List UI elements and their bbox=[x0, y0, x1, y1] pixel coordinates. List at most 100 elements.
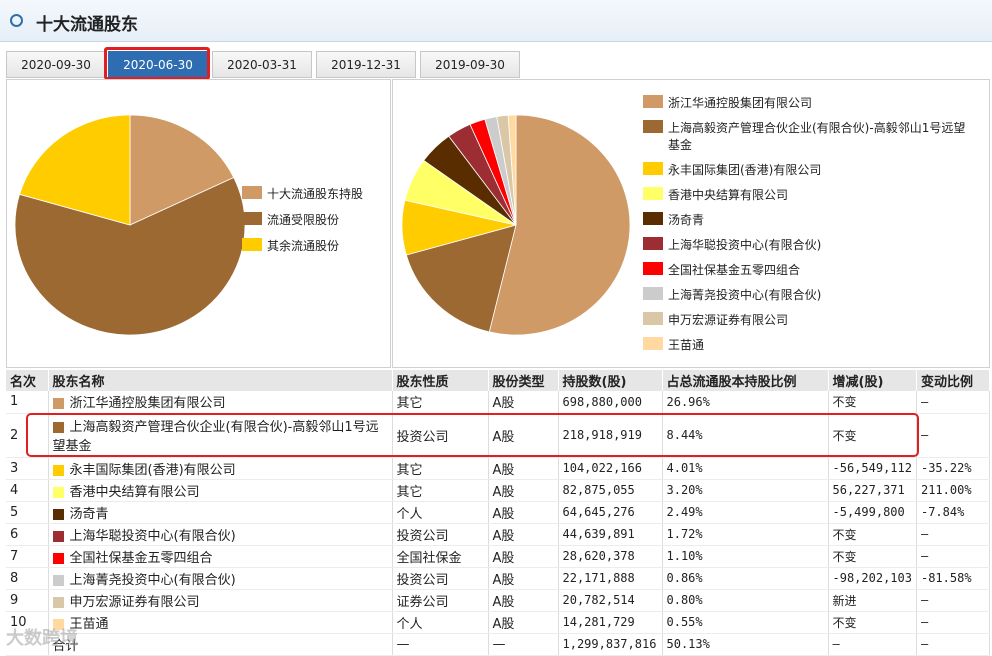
holder-name[interactable]: 上海菁尧投资中心(有限合伙) bbox=[70, 573, 236, 588]
legend-item: 永丰国际集团(香港)有限公司 bbox=[643, 161, 973, 178]
nature-cell: 投资公司 bbox=[392, 523, 489, 546]
legend-label: 上海高毅资产管理合伙企业(有限合伙)-高毅邻山1号远望基金 bbox=[668, 121, 966, 152]
table-row[interactable]: 4 香港中央结算有限公司 其它 A股 82,875,055 3.20% 56,227,371… bbox=[6, 479, 991, 502]
series-swatch bbox=[52, 530, 64, 542]
section-header: 十大流通股东 bbox=[0, 0, 992, 42]
type-cell: A股 bbox=[488, 391, 559, 414]
col-ratio: 占总流通股本持股比例 bbox=[662, 370, 829, 391]
watermark: 大数跨境 bbox=[6, 628, 78, 649]
legend-label: 其余流通股份 bbox=[267, 239, 340, 253]
shares-cell: 20,782,514 bbox=[558, 589, 663, 612]
change-cell: — bbox=[828, 633, 917, 656]
tab-2020-03-31[interactable]: 2020-03-31 bbox=[212, 51, 312, 78]
legend-item: 香港中央结算有限公司 bbox=[643, 186, 973, 203]
legend-label: 申万宏源证券有限公司 bbox=[668, 313, 789, 327]
col-type: 股份类型 bbox=[488, 370, 559, 391]
col-change: 增减(股) bbox=[828, 370, 917, 391]
legend-swatch bbox=[643, 212, 663, 225]
holders-legend: 浙江华通控股集团有限公司 上海高毅资产管理合伙企业(有限合伙)-高毅邻山1号远望基… bbox=[643, 94, 973, 361]
table-row[interactable]: 5 汤奇青 个人 A股 64,645,276 2.49% -5,499,800 -7.84% bbox=[6, 501, 991, 524]
table-row[interactable]: 7 全国社保基金五零四组合 全国社保金 A股 28,620,378 1.10% 不变 — bbox=[6, 545, 991, 568]
table-header-row: 名次 股东名称 股东性质 股份类型 持股数(股) 占总流通股本持股比例 增减(股… bbox=[6, 370, 991, 391]
col-change-ratio: 变动比例 bbox=[916, 370, 991, 391]
table-row[interactable]: 1 浙江华通控股集团有限公司 其它 A股 698,880,000 26.96% 不变 — bbox=[6, 391, 991, 414]
rank-cell: 1 bbox=[6, 391, 49, 414]
ratio-cell: 0.55% bbox=[662, 611, 829, 634]
tab-highlight-annotation bbox=[104, 47, 210, 80]
legend-label: 全国社保基金五零四组合 bbox=[668, 263, 801, 277]
holder-name[interactable]: 申万宏源证券有限公司 bbox=[70, 595, 200, 610]
name-cell: 申万宏源证券有限公司 bbox=[48, 589, 393, 612]
legend-swatch bbox=[643, 337, 663, 350]
holder-name[interactable]: 全国社保基金五零四组合 bbox=[70, 551, 213, 566]
row-highlight-annotation bbox=[26, 413, 919, 457]
holder-name[interactable]: 浙江华通控股集团有限公司 bbox=[70, 396, 226, 411]
holder-name[interactable]: 永丰国际集团(香港)有限公司 bbox=[70, 463, 236, 478]
col-shares: 持股数(股) bbox=[558, 370, 663, 391]
legend-swatch bbox=[643, 187, 663, 200]
nature-cell: 全国社保金 bbox=[392, 545, 489, 568]
nature-cell: — bbox=[392, 633, 489, 656]
nature-cell: 投资公司 bbox=[392, 567, 489, 590]
rank-cell: 5 bbox=[6, 501, 49, 524]
table-row[interactable]: 9 申万宏源证券有限公司 证券公司 A股 20,782,514 0.80% 新进 — bbox=[6, 589, 991, 612]
change-ratio-cell: — bbox=[916, 611, 991, 634]
ratio-cell: 4.01% bbox=[662, 457, 829, 480]
tab-2019-12-31[interactable]: 2019-12-31 bbox=[316, 51, 416, 78]
change-ratio-cell: — bbox=[916, 633, 991, 656]
type-cell: A股 bbox=[488, 523, 559, 546]
series-swatch bbox=[52, 464, 64, 476]
legend-swatch bbox=[643, 312, 663, 325]
float-share-legend: 十大流通股东持股 流通受限股份 其余流通股份 bbox=[242, 185, 363, 254]
col-rank: 名次 bbox=[6, 370, 49, 391]
name-cell: 上海华聪投资中心(有限合伙) bbox=[48, 523, 393, 546]
legend-item: 上海华聪投资中心(有限合伙) bbox=[643, 236, 973, 253]
ratio-cell: 1.10% bbox=[662, 545, 829, 568]
legend-item: 全国社保基金五零四组合 bbox=[643, 261, 973, 278]
tab-2019-09-30[interactable]: 2019-09-30 bbox=[420, 51, 520, 78]
type-cell: A股 bbox=[488, 589, 559, 612]
shares-cell: 22,171,888 bbox=[558, 567, 663, 590]
ratio-cell: 0.80% bbox=[662, 589, 829, 612]
table-row[interactable]: 3 永丰国际集团(香港)有限公司 其它 A股 104,022,166 4.01% -56,5… bbox=[6, 457, 991, 480]
change-cell: -98,202,103 bbox=[828, 567, 917, 590]
legend-swatch bbox=[643, 262, 663, 275]
nature-cell: 其它 bbox=[392, 391, 489, 414]
table-row[interactable]: 6 上海华聪投资中心(有限合伙) 投资公司 A股 44,639,891 1.72% 不变 — bbox=[6, 523, 991, 546]
legend-label: 十大流通股东持股 bbox=[267, 187, 364, 201]
nature-cell: 个人 bbox=[392, 611, 489, 634]
tab-2020-09-30[interactable]: 2020-09-30 bbox=[6, 51, 106, 78]
type-cell: A股 bbox=[488, 457, 559, 480]
change-cell: 不变 bbox=[828, 611, 917, 634]
rank-cell: 7 bbox=[6, 545, 49, 568]
shares-cell: 64,645,276 bbox=[558, 501, 663, 524]
type-cell: A股 bbox=[488, 501, 559, 524]
nature-cell: 个人 bbox=[392, 501, 489, 524]
name-cell: 汤奇青 bbox=[48, 501, 393, 524]
holder-name[interactable]: 上海华聪投资中心(有限合伙) bbox=[70, 529, 236, 544]
series-swatch bbox=[52, 552, 64, 564]
holder-name[interactable]: 汤奇青 bbox=[70, 507, 109, 522]
col-name: 股东名称 bbox=[48, 370, 393, 391]
holders-pie-panel: 浙江华通控股集团有限公司 上海高毅资产管理合伙企业(有限合伙)-高毅邻山1号远望基… bbox=[392, 79, 990, 368]
shares-cell: 698,880,000 bbox=[558, 391, 663, 414]
ratio-cell: 50.13% bbox=[662, 633, 829, 656]
table-row[interactable]: 8 上海菁尧投资中心(有限合伙) 投资公司 A股 22,171,888 0.86% -98,… bbox=[6, 567, 991, 590]
change-ratio-cell: — bbox=[916, 391, 991, 414]
name-cell: 王苗通 bbox=[48, 611, 393, 634]
section-title: 十大流通股东 bbox=[36, 15, 138, 35]
rank-cell: 9 bbox=[6, 589, 49, 612]
holder-name[interactable]: 香港中央结算有限公司 bbox=[70, 485, 200, 500]
table-row[interactable]: 10 王苗通 个人 A股 14,281,729 0.55% 不变 — bbox=[6, 611, 991, 634]
type-cell: A股 bbox=[488, 567, 559, 590]
series-swatch bbox=[52, 398, 64, 410]
change-cell: 不变 bbox=[828, 523, 917, 546]
legend-item: 上海高毅资产管理合伙企业(有限合伙)-高毅邻山1号远望基金 bbox=[643, 119, 973, 153]
legend-swatch bbox=[643, 95, 663, 108]
name-cell: 浙江华通控股集团有限公司 bbox=[48, 391, 393, 414]
legend-item: 申万宏源证券有限公司 bbox=[643, 311, 973, 328]
legend-swatch bbox=[643, 120, 663, 133]
legend-label: 汤奇青 bbox=[668, 213, 705, 227]
rank-cell: 4 bbox=[6, 479, 49, 502]
nature-cell: 其它 bbox=[392, 479, 489, 502]
